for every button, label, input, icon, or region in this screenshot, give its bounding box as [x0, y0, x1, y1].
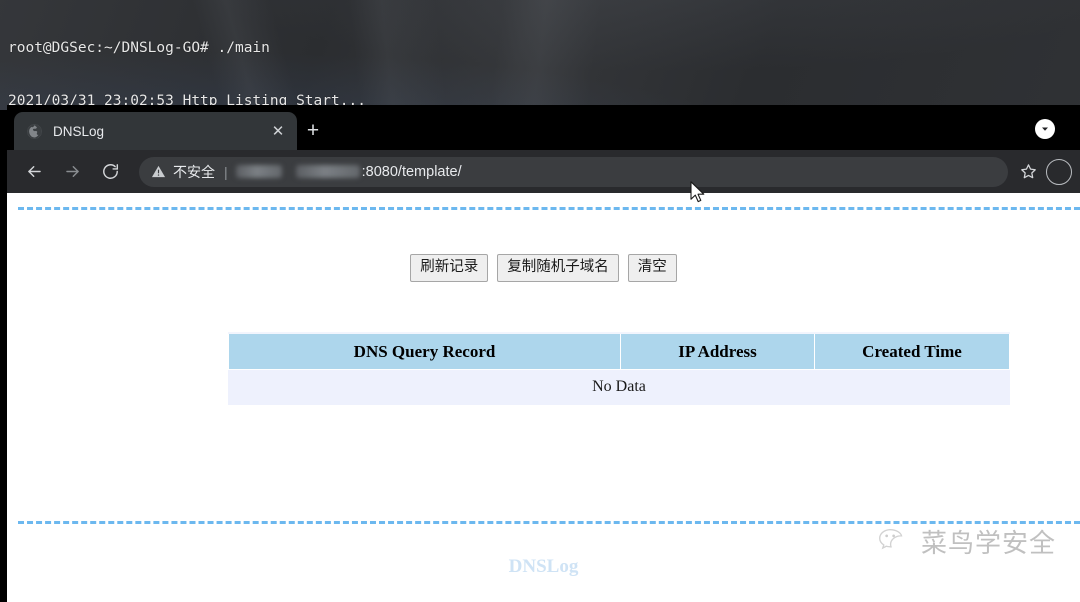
address-url-text: :8080/template/ — [361, 163, 462, 180]
tab-dnslog[interactable]: DNSLog ✕ — [14, 112, 297, 150]
column-header-dns-query-record[interactable]: DNS Query Record — [228, 332, 621, 370]
close-icon[interactable]: ✕ — [267, 120, 289, 142]
watermark-text: 菜鸟学安全 — [920, 529, 1056, 559]
reload-button[interactable] — [95, 157, 125, 187]
warning-triangle-icon — [151, 164, 166, 179]
redacted-host-part-1 — [235, 165, 282, 178]
terminal-output: root@DGSec:~/DNSLog-GO# ./main 2021/03/3… — [0, 0, 1080, 110]
copy-random-subdomain-button[interactable]: 复制随机子域名 — [497, 254, 619, 282]
new-tab-button[interactable]: + — [299, 116, 327, 144]
table-header: DNS Query Record IP Address Created Time — [228, 332, 1010, 370]
terminal-prompt-line: root@DGSec:~/DNSLog-GO# ./main — [8, 40, 270, 56]
security-status-text: 不安全 — [173, 163, 215, 180]
top-divider — [18, 207, 1080, 210]
clear-button[interactable]: 清空 — [627, 254, 677, 282]
column-header-ip-address[interactable]: IP Address — [620, 332, 815, 370]
dns-record-table: DNS Query Record IP Address Created Time… — [228, 332, 1010, 405]
address-bar[interactable]: 不安全 | :8080/template/ — [139, 156, 1008, 187]
tab-strip: DNSLog ✕ + — [7, 105, 1080, 150]
address-separator: | — [224, 163, 228, 180]
action-button-row: 刷新记录 复制随机子域名 清空 — [7, 254, 1080, 282]
forward-button[interactable] — [57, 157, 87, 187]
back-button[interactable] — [19, 157, 49, 187]
wechat-logo-icon — [878, 527, 912, 557]
terminal-window: root@DGSec:~/DNSLog-GO# ./main 2021/03/3… — [0, 0, 1080, 110]
redacted-host-part-2 — [295, 165, 360, 178]
profile-avatar-icon[interactable] — [1046, 158, 1072, 185]
bottom-divider — [18, 521, 1080, 524]
tab-title: DNSLog — [53, 123, 105, 139]
download-chevron-icon[interactable] — [1035, 119, 1055, 139]
page-content: 刷新记录 复制随机子域名 清空 DNS Query Record IP Addr… — [7, 193, 1080, 602]
watermark: 菜鸟学安全 — [878, 523, 1056, 560]
footer-brand-text: DNSLog — [508, 556, 579, 577]
globe-icon — [26, 123, 43, 140]
star-icon[interactable] — [1014, 158, 1042, 186]
browser-toolbar: 不安全 | :8080/template/ — [7, 150, 1080, 193]
browser-window: DNSLog ✕ + 不安全 |:8080/template/ 刷新记录 复制… — [7, 105, 1080, 602]
table-body: No Data — [228, 369, 1010, 405]
table-header-row: DNS Query Record IP Address Created Time — [228, 332, 1010, 370]
column-header-created-time[interactable]: Created Time — [814, 332, 1010, 370]
table-row: No Data — [228, 369, 1010, 405]
refresh-records-button[interactable]: 刷新记录 — [410, 254, 489, 282]
empty-state-message: No Data — [228, 369, 1010, 405]
